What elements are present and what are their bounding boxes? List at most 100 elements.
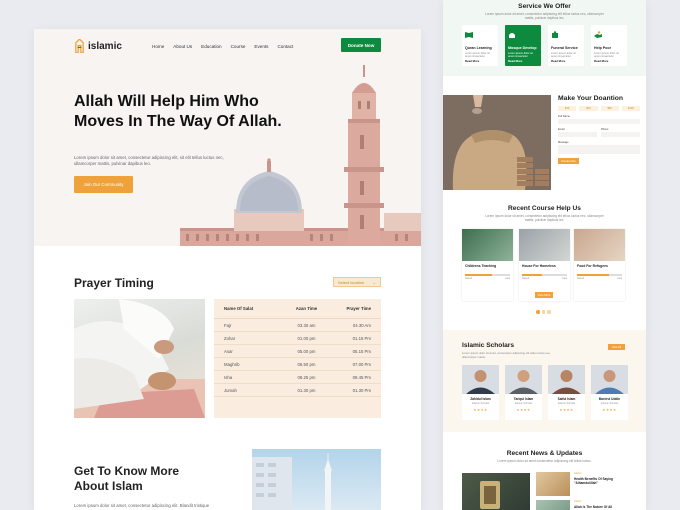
nav-about[interactable]: About Us [173, 44, 192, 49]
table-row: Isha 08.25 pm 08.45 Pm [214, 371, 381, 384]
amount-option[interactable]: $50 [600, 106, 619, 111]
book-icon [465, 32, 473, 38]
courses-title: Recent Course Help Us [508, 205, 581, 212]
secondary-page: Service We Offer Lorem ipsum dolor sit a… [443, 0, 646, 510]
news-tag: Islamic [574, 500, 582, 503]
service-title: Help Poor [594, 46, 611, 50]
news-tag: Islamic [574, 472, 582, 475]
course-card[interactable]: Childrens Teaching Raised Goal [462, 229, 513, 301]
prayer-time: 04.30 Am [352, 322, 371, 328]
scholar-card[interactable]: Monirul Uddin Islamic Scholar ★★★★ [591, 365, 628, 420]
field-row: Email Phone [558, 124, 640, 137]
donation-photo [443, 95, 551, 190]
azan-time: 05.00 pm [297, 348, 316, 354]
carousel-dot[interactable] [547, 310, 551, 314]
email-group: Email [558, 124, 597, 137]
service-card-help-poor[interactable]: Help Poor Lorem ipsum dolor sit amet con… [591, 25, 627, 66]
nav-education[interactable]: Education [201, 44, 221, 49]
scholar-card[interactable]: Tariqul Islam Islamic Scholar ★★★★ [505, 365, 542, 420]
about-title: Get To Know More About Islam [74, 464, 180, 493]
scholar-avatar [462, 365, 499, 394]
course-progress [522, 274, 567, 276]
course-card[interactable]: Food For Refugees Raised Goal [574, 229, 625, 301]
logo[interactable]: islamic [74, 39, 122, 53]
salat-name: Maghrib [224, 361, 240, 367]
news-item[interactable]: Islamic Health Benefits Of Saying "Alham… [536, 472, 628, 498]
service-card-funeral[interactable]: Funeral Service Lorem ipsum dolor sit am… [548, 25, 584, 66]
scholar-avatar [505, 365, 542, 394]
scholar-role: Islamic Scholar [514, 402, 533, 405]
service-desc: Lorem ipsum dolor sit amet consectetur [508, 52, 533, 58]
amount-option[interactable]: $20 [579, 106, 598, 111]
scholar-avatar [591, 365, 628, 394]
funeral-icon [552, 31, 558, 38]
field-label: Full Name [558, 115, 570, 118]
scholar-role: Islamic Scholar [600, 402, 619, 405]
course-image [462, 229, 513, 261]
salat-name: Fajr [224, 322, 232, 328]
read-more-link[interactable]: Read More [465, 59, 479, 63]
news-item[interactable]: Islamic Allah Is The Nature Of All [536, 500, 628, 510]
view-more-courses-button[interactable]: View More [535, 292, 553, 298]
view-all-scholars-button[interactable]: View All [608, 344, 625, 350]
field-label: Phone [601, 128, 609, 131]
nav-home[interactable]: Home [152, 44, 164, 49]
phone-field[interactable] [601, 132, 640, 137]
nav-events[interactable]: Events [254, 44, 268, 49]
carousel-dots [536, 310, 551, 314]
rating-stars: ★★★★ [559, 408, 574, 412]
prayer-photo [74, 299, 205, 418]
scholars-title: Islamic Scholars [462, 342, 515, 349]
chevron-down-icon: ⌄ [372, 279, 376, 285]
course-card[interactable]: House For Homeless Raised Goal [519, 229, 570, 301]
scholar-role: Islamic Scholar [557, 402, 576, 405]
service-title: Quran Learning [465, 46, 492, 50]
read-more-link[interactable]: Read More [508, 59, 522, 63]
prayer-time: 05.15 Pm [352, 348, 371, 354]
salat-name: Zohar [224, 335, 236, 341]
carousel-dot[interactable] [536, 310, 540, 314]
field-label: Message [558, 141, 569, 144]
donate-submit-button[interactable]: Donate Now [558, 158, 579, 164]
services-subtitle: Lorem ipsum dolor sit amet, consectetur … [485, 12, 604, 20]
course-progress [577, 274, 622, 276]
hero-section: islamic Home About Us Education Course E… [34, 29, 421, 246]
email-field[interactable] [558, 132, 597, 137]
service-card-mosque[interactable]: Mosque Develop Lorem ipsum dolor sit ame… [505, 25, 541, 66]
nav-course[interactable]: Course [231, 44, 246, 49]
news-headline: Allah Is The Nature Of All [574, 505, 613, 509]
amount-option[interactable]: $10 [558, 106, 577, 111]
message-field[interactable] [558, 145, 640, 154]
prayer-times-table: Name Of Salat Azan Time Prayer Time Fajr… [214, 299, 381, 418]
donation-title: Make Your Doantion [558, 95, 624, 102]
prayer-time: 01.15 Pm [352, 335, 371, 341]
prayer-time: 08.45 Pm [352, 374, 371, 380]
service-card-quran[interactable]: Quran Learning Lorem ipsum dolor sit ame… [462, 25, 498, 66]
donate-button[interactable]: Donate Now [341, 38, 381, 52]
carousel-dot[interactable] [541, 310, 545, 314]
table-row: Jumah 01.30 pm 01.30 Pm [214, 384, 381, 397]
location-select[interactable]: Select location ⌄ [333, 277, 381, 287]
course-image [519, 229, 570, 261]
services-title: Service We Offer [518, 3, 571, 10]
col-prayer: Prayer Time [346, 306, 371, 311]
prayer-time: 07.00 Pm [352, 361, 371, 367]
scholar-avatar [548, 365, 585, 394]
scholar-name: Saiful Islam [557, 397, 576, 401]
mosque-illustration [180, 65, 421, 246]
news-featured-image[interactable] [462, 473, 530, 510]
read-more-link[interactable]: Read More [594, 59, 608, 63]
amount-option[interactable]: $100 [621, 106, 640, 111]
news-title: Recent News & Updates [506, 450, 583, 457]
phone-group: Phone [601, 124, 640, 137]
news-thumbnail [536, 500, 570, 510]
salat-name: Asar [224, 348, 233, 354]
read-more-link[interactable]: Read More [551, 59, 565, 63]
scholar-card[interactable]: Zahidul Islam Islamic Scholar ★★★★ [462, 365, 499, 420]
course-raised-goal: Raised Goal [522, 277, 567, 280]
nav-contact[interactable]: Contact [277, 44, 293, 49]
join-community-button[interactable]: Join Our Community [74, 176, 133, 193]
scholar-role: Islamic Scholar [471, 402, 490, 405]
azan-time: 06.50 pm [297, 361, 316, 367]
scholar-card[interactable]: Saiful Islam Islamic Scholar ★★★★ [548, 365, 585, 420]
